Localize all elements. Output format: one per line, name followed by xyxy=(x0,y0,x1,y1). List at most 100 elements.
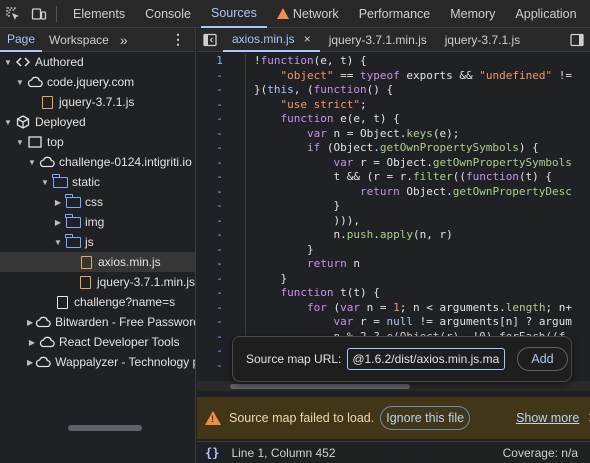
pretty-print-icon[interactable]: {} xyxy=(205,446,219,460)
navigator-tabs: Page Workspace » ⋮ xyxy=(0,28,195,52)
code-line: - function t(t) { xyxy=(197,286,590,301)
tree-item-jquery-min-js[interactable]: jquery-3.7.1.min.js xyxy=(0,272,195,292)
tree-item-js[interactable]: ▼ js xyxy=(0,232,195,252)
cloud-icon xyxy=(39,155,55,169)
tree-item-label: Wappalyzer - Technology profiler xyxy=(55,355,195,369)
tree-item-react-devtools[interactable]: ▶ React Developer Tools xyxy=(0,332,195,352)
tree-item-challenge-page[interactable]: challenge?name=s xyxy=(0,292,195,312)
tree-item-authored[interactable]: ▼ Authored xyxy=(0,52,195,72)
tree-item-label: code.jquery.com xyxy=(47,75,135,89)
expand-arrow-icon[interactable]: ▼ xyxy=(15,78,25,87)
tree-item-img[interactable]: ▶ img xyxy=(0,212,195,232)
tree-item-wappalyzer[interactable]: ▶ Wappalyzer - Technology profiler xyxy=(0,352,195,372)
line-number: - xyxy=(216,97,223,111)
warning-message: Source map failed to load. xyxy=(229,411,375,425)
collapse-arrow-icon[interactable]: ▶ xyxy=(53,218,63,227)
toggle-debugger-icon[interactable] xyxy=(564,28,590,52)
tree-item-static[interactable]: ▼ static xyxy=(0,172,195,192)
more-tabs-icon[interactable]: » xyxy=(120,32,128,48)
tree-item-bitwarden[interactable]: ▶ Bitwarden - Free Password Manager xyxy=(0,312,195,332)
tab-elements[interactable]: Elements xyxy=(63,0,135,28)
expand-arrow-icon[interactable]: ▼ xyxy=(53,238,63,247)
code-line: - } xyxy=(197,272,590,287)
network-warning-icon xyxy=(276,8,289,19)
tree-item-challenge-domain[interactable]: ▼ challenge-0124.intigriti.io xyxy=(0,152,195,172)
line-number: - xyxy=(216,300,223,314)
collapse-arrow-icon[interactable]: ▶ xyxy=(27,358,33,367)
tab-performance[interactable]: Performance xyxy=(349,0,441,28)
editor-horizontal-scrollbar[interactable] xyxy=(197,381,590,391)
source-map-url-input[interactable] xyxy=(347,348,506,370)
warning-icon: ! xyxy=(205,411,221,425)
expand-arrow-icon[interactable]: ▼ xyxy=(40,178,50,187)
tab-application[interactable]: Application xyxy=(505,0,586,28)
tab-page[interactable]: Page xyxy=(0,28,43,52)
expand-arrow-icon[interactable]: ▼ xyxy=(27,158,37,167)
tab-console[interactable]: Console xyxy=(135,0,201,28)
tree-item-code-jquery[interactable]: ▼ code.jquery.com xyxy=(0,72,195,92)
scrollbar-thumb[interactable] xyxy=(230,384,410,389)
tab-workspace[interactable]: Workspace xyxy=(42,28,116,52)
source-map-warning-bar: ! Source map failed to load. Ignore this… xyxy=(197,397,590,439)
show-more-link[interactable]: Show more xyxy=(516,411,579,425)
editor-tabs: axios.min.js × jquery-3.7.1.min.js jquer… xyxy=(197,28,590,52)
collapse-arrow-icon[interactable]: ▶ xyxy=(27,338,37,347)
code-line: - return n xyxy=(197,257,590,272)
tab-memory[interactable]: Memory xyxy=(440,0,505,28)
cloud-icon xyxy=(35,315,51,329)
line-number: - xyxy=(216,199,223,212)
line-number: - xyxy=(216,242,223,256)
tree-item-label: top xyxy=(47,135,64,149)
line-number: - xyxy=(216,286,223,299)
tab-console-label: Console xyxy=(145,6,191,21)
expand-arrow-icon[interactable]: ▼ xyxy=(3,58,13,67)
ignore-file-button[interactable]: Ignore this file xyxy=(380,406,471,430)
tree-item-label: Deployed xyxy=(35,115,86,129)
tab-network[interactable]: Network xyxy=(267,0,349,28)
tab-page-label: Page xyxy=(7,31,36,46)
tree-item-axios-min-js[interactable]: axios.min.js xyxy=(0,252,195,272)
file-tree: ▼ Authored ▼ code.jquery.com jquery-3.7.… xyxy=(0,52,195,372)
folder-icon xyxy=(52,173,68,189)
code-line: - } xyxy=(197,243,590,258)
tree-item-label: challenge?name=s xyxy=(74,295,176,309)
expand-arrow-icon[interactable]: ▼ xyxy=(3,118,13,127)
tab-network-label: Network xyxy=(292,6,339,21)
line-number: - xyxy=(216,170,223,183)
line-number: - xyxy=(216,213,223,227)
js-file-icon xyxy=(39,95,55,109)
tree-item-label: jquery-3.7.1.min.js xyxy=(96,275,195,289)
collapse-arrow-icon[interactable]: ▶ xyxy=(53,198,63,207)
tree-item-css[interactable]: ▶ css xyxy=(0,192,195,212)
editor-tab-jquery[interactable]: jquery-3.7.1.js xyxy=(436,28,529,52)
folder-icon xyxy=(65,233,81,249)
tree-item-deployed[interactable]: ▼ Deployed xyxy=(0,112,195,132)
tree-item-label: challenge-0124.intigriti.io xyxy=(59,155,192,169)
tree-item-top[interactable]: ▼ top xyxy=(0,132,195,152)
code-area[interactable]: 1 !function(e, t) { - "object" == typeof … xyxy=(197,54,590,379)
navigator-scrollbar[interactable] xyxy=(68,425,142,431)
add-source-map-button[interactable]: Add xyxy=(517,347,568,371)
tree-item-jquery-js[interactable]: jquery-3.7.1.js xyxy=(0,92,195,112)
frame-icon xyxy=(27,135,43,149)
editor-tab-label: jquery-3.7.1.min.js xyxy=(328,32,427,47)
close-tab-icon[interactable]: × xyxy=(304,32,311,46)
editor-tab-axios[interactable]: axios.min.js × xyxy=(223,28,320,52)
tree-item-label: Bitwarden - Free Password Manager xyxy=(55,315,195,329)
tab-sources[interactable]: Sources xyxy=(200,0,267,28)
collapse-arrow-icon[interactable]: ▶ xyxy=(27,318,33,327)
cloud-icon xyxy=(27,75,43,89)
tree-item-label: Authored xyxy=(35,55,84,69)
code-line: - var n = Object.keys(e); xyxy=(197,127,590,142)
inspect-element-icon[interactable] xyxy=(0,0,26,28)
editor-tab-jquery-min[interactable]: jquery-3.7.1.min.js xyxy=(320,28,436,52)
navigator-menu-icon[interactable]: ⋮ xyxy=(171,31,185,48)
line-number: - xyxy=(216,184,223,198)
toggle-navigator-icon[interactable] xyxy=(197,28,223,52)
add-button-label: Add xyxy=(531,352,554,366)
device-toolbar-icon[interactable] xyxy=(26,0,52,28)
expand-arrow-icon[interactable]: ▼ xyxy=(15,138,25,147)
tree-item-label: React Developer Tools xyxy=(59,335,180,349)
tree-item-label: jquery-3.7.1.js xyxy=(59,95,135,109)
devtools-toolbar: Elements Console Sources Network Perform… xyxy=(0,0,590,28)
